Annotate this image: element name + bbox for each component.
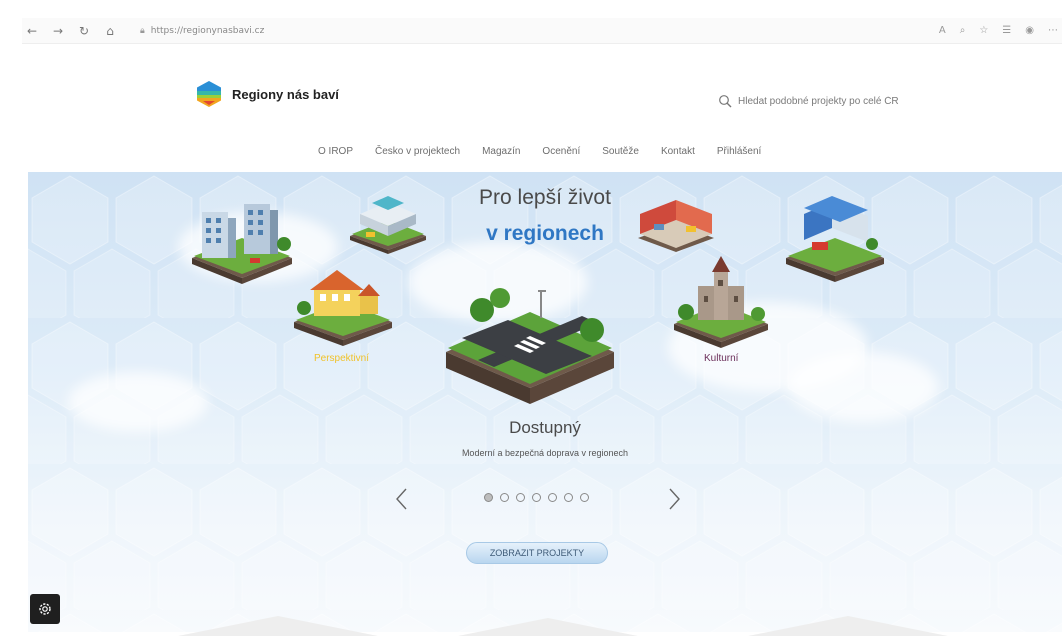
carousel-dot[interactable] xyxy=(484,493,493,502)
decorative-bottom-shapes xyxy=(178,616,948,636)
forward-icon[interactable]: → xyxy=(48,21,68,41)
tile-social[interactable] xyxy=(634,194,718,254)
zoom-icon[interactable]: ⌕ xyxy=(960,25,966,36)
carousel-dot[interactable] xyxy=(532,493,541,502)
more-icon[interactable]: ⋯ xyxy=(1048,25,1058,36)
carousel-dot[interactable] xyxy=(500,493,509,502)
home-icon[interactable]: ⌂ xyxy=(100,21,120,41)
logo-text: Regiony nás baví xyxy=(232,86,339,102)
back-icon[interactable]: ← xyxy=(22,21,42,41)
nav-item-kontakt[interactable]: Kontakt xyxy=(661,146,695,157)
search-box[interactable] xyxy=(718,94,928,108)
carousel-dot[interactable] xyxy=(516,493,525,502)
address-bar[interactable]: 🔒︎ https://regionynasbavi.cz xyxy=(134,21,270,41)
hero-carousel: Pro lepší život v regionech Perspektivní… xyxy=(28,172,1062,632)
collections-icon[interactable]: ☰ xyxy=(1002,25,1011,36)
nav-item-cesko-v-projektech[interactable]: Česko v projektech xyxy=(375,146,460,157)
address-bar-url: https://regionynasbavi.cz xyxy=(150,25,265,36)
tile-safety[interactable] xyxy=(782,192,888,282)
slide-description: Moderní a bezpečná doprava v regionech xyxy=(461,448,629,458)
logo-cube-icon xyxy=(197,81,221,107)
carousel-dot[interactable] xyxy=(548,493,557,502)
tile-housing[interactable] xyxy=(188,200,296,284)
favorite-icon[interactable]: ☆ xyxy=(979,25,988,36)
hero-title: Pro lepší život xyxy=(479,186,611,209)
nav-item-souteze[interactable]: Soutěže xyxy=(602,146,639,157)
cloud xyxy=(788,352,938,422)
carousel-dot[interactable] xyxy=(580,493,589,502)
carousel-next-arrow-icon[interactable] xyxy=(664,486,684,512)
tile-perspective[interactable] xyxy=(290,262,396,346)
hero-subtitle: v regionech xyxy=(486,222,604,245)
carousel-prev-arrow-icon[interactable] xyxy=(392,486,412,512)
main-nav: O IROP Česko v projektech Magazín Oceněn… xyxy=(318,146,783,157)
lock-icon: 🔒︎ xyxy=(140,25,145,36)
profile-icon[interactable]: ◉ xyxy=(1025,25,1034,36)
tile-transport[interactable] xyxy=(442,254,618,404)
search-icon[interactable] xyxy=(718,94,732,108)
category-label-culture[interactable]: Kulturní xyxy=(704,353,738,364)
nav-item-magazin[interactable]: Magazín xyxy=(482,146,520,157)
slide-title: Dostupný xyxy=(509,418,581,437)
search-input[interactable] xyxy=(738,95,928,107)
reload-icon[interactable]: ↻ xyxy=(74,21,94,41)
browser-toolbar: ← → ↻ ⌂ 🔒︎ https://regionynasbavi.cz A ⌕… xyxy=(22,18,1062,44)
nav-item-o-irop[interactable]: O IROP xyxy=(318,146,353,157)
site-logo[interactable]: Regiony nás baví xyxy=(195,80,339,108)
nav-item-oceneni[interactable]: Ocenění xyxy=(542,146,580,157)
tile-healthcare[interactable] xyxy=(348,188,428,254)
carousel-dots xyxy=(484,493,596,502)
nav-item-prihlaseni[interactable]: Přihlášení xyxy=(717,146,761,157)
tile-culture[interactable] xyxy=(670,256,772,348)
settings-button[interactable] xyxy=(30,594,60,624)
gear-icon xyxy=(39,603,51,615)
category-label-perspective[interactable]: Perspektivní xyxy=(314,353,369,364)
toolbar-actions: A ⌕ ☆ ☰ ◉ ⋯ xyxy=(925,25,1062,36)
read-aloud-icon[interactable]: A xyxy=(939,25,946,36)
show-projects-button[interactable]: ZOBRAZIT PROJEKTY xyxy=(466,542,608,564)
carousel-dot[interactable] xyxy=(564,493,573,502)
